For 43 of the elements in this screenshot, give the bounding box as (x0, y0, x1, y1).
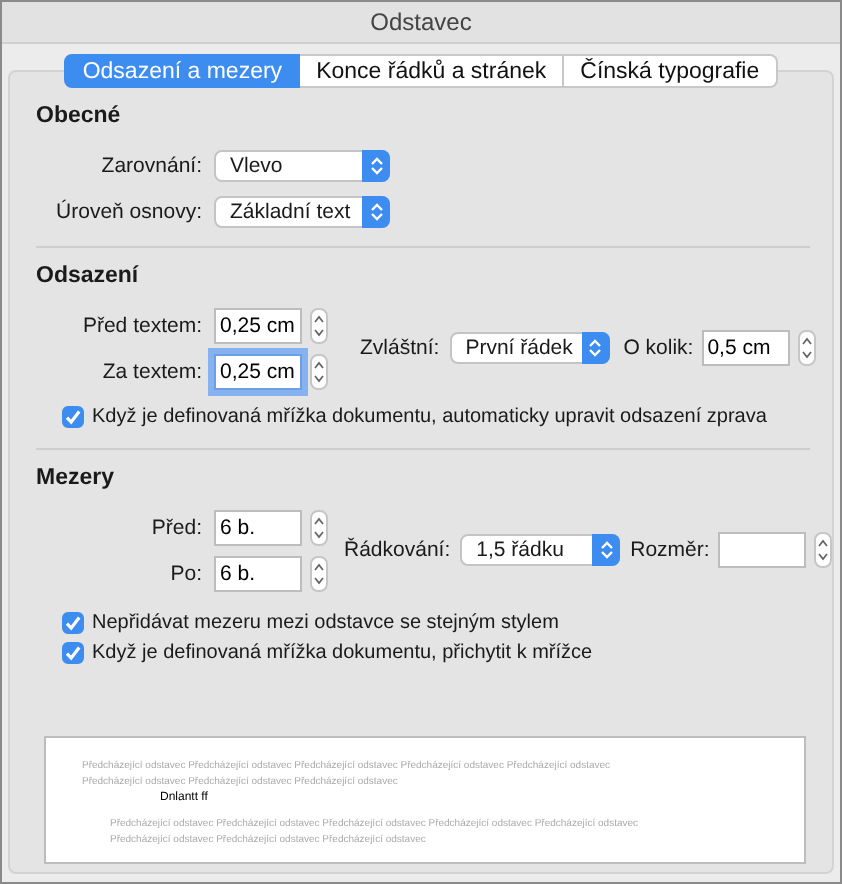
checkbox-label: Když je definovaná mřížka dokumentu, přichytit k mřížce (92, 642, 593, 664)
section-heading: Odsazení (36, 264, 141, 288)
input-field[interactable]: 0,25 cm (214, 307, 302, 343)
stepper-button[interactable] (310, 509, 328, 545)
tab[interactable]: Konce řádků a stránek (300, 54, 565, 88)
input-field[interactable] (717, 532, 806, 568)
checkbox[interactable] (62, 612, 84, 634)
field-label: O kolik: (623, 336, 694, 360)
checkbox[interactable] (62, 406, 84, 428)
window-title: Odstavec (370, 8, 472, 36)
updown-arrow-icon (369, 155, 383, 175)
dropdown[interactable]: První řádek (449, 332, 610, 364)
field-label: Zarovnání: (99, 153, 202, 177)
stepper-button[interactable] (310, 353, 328, 389)
dropdown[interactable]: Vlevo (214, 149, 390, 181)
dropdown[interactable]: Základní text (214, 195, 390, 227)
updown-arrow-icon (817, 538, 828, 562)
checkbox-label: Když je definovaná mřížka dokumentu, automaticky upravit odsazení zprava (92, 406, 767, 428)
section-heading: Mezery (36, 466, 116, 490)
input-field[interactable]: 6 b. (214, 509, 302, 545)
updown-arrow-icon (599, 540, 614, 560)
field-label: Úroveň osnovy: (54, 199, 202, 223)
updown-arrow-icon (588, 338, 603, 358)
stepper-button[interactable] (797, 330, 816, 366)
field-label: Zvláštní: (360, 336, 440, 360)
field-label: Řádkování: (344, 538, 451, 562)
input-field[interactable]: 0,25 cm (214, 353, 302, 389)
field-label: Před textem: (80, 313, 202, 337)
checkbox[interactable] (62, 642, 84, 664)
stepper-button[interactable] (813, 532, 832, 568)
field-label: Rozměr: (630, 538, 710, 562)
field-label: Za textem: (100, 359, 202, 383)
field-label: Před: (149, 515, 202, 539)
stepper-button[interactable] (310, 555, 328, 591)
updown-arrow-icon (369, 201, 383, 221)
checkbox-label: Nepřidávat mezeru mezi odstavce se stejným stylem (92, 612, 559, 634)
input-field[interactable]: 6 b. (214, 555, 302, 591)
section-heading: Obecné (36, 104, 123, 128)
input-field[interactable]: 0,5 cm (701, 330, 790, 366)
field-label: Po: (168, 561, 202, 585)
stepper-button[interactable] (310, 307, 328, 343)
dropdown[interactable]: 1,5 řádku (460, 534, 621, 566)
tab[interactable]: Čínská typografie (564, 54, 778, 88)
